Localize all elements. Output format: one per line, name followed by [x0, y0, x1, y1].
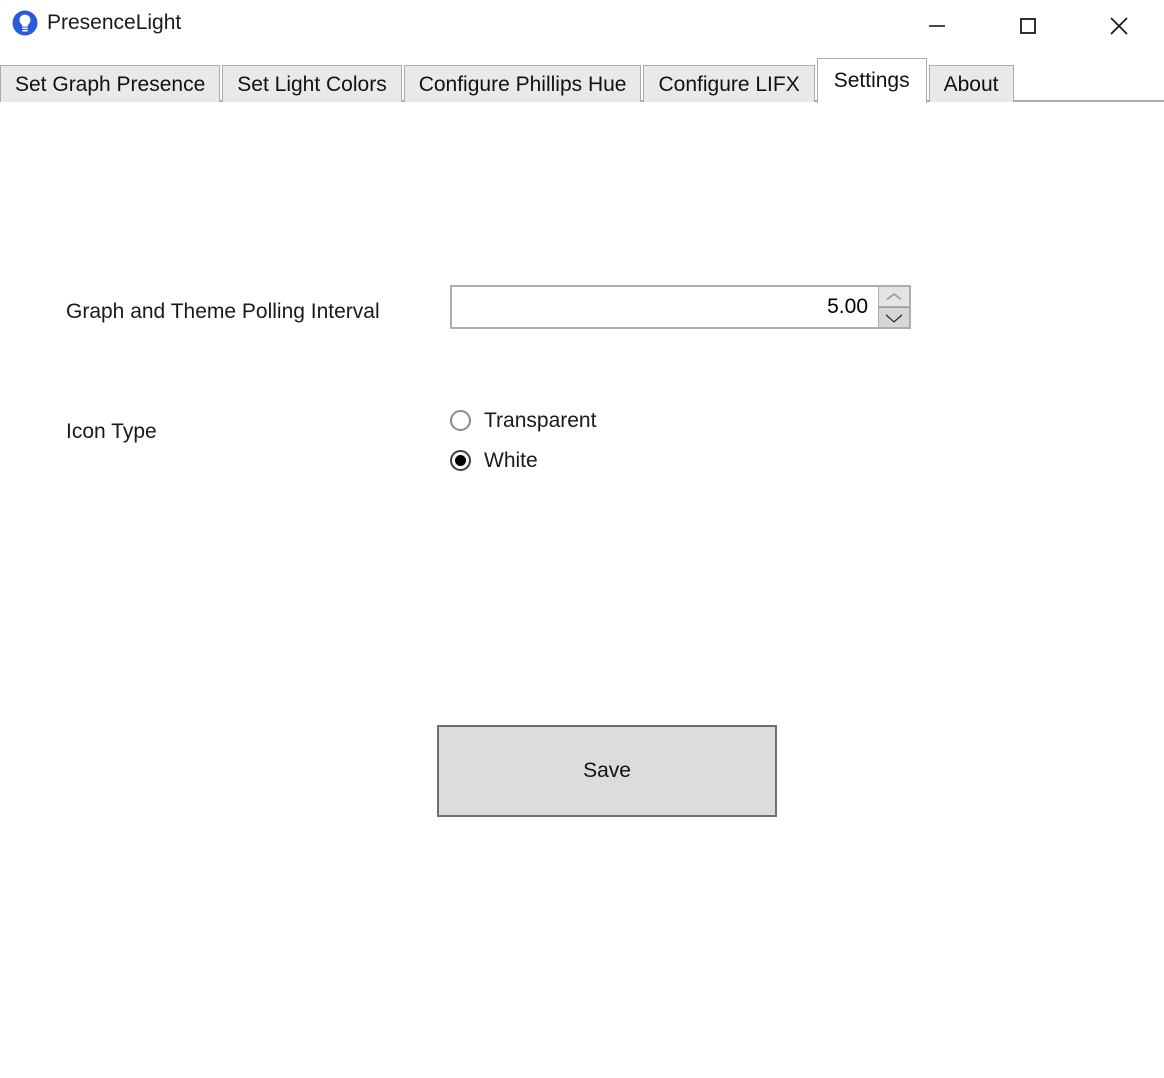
window-controls — [914, 0, 1164, 52]
save-button[interactable]: Save — [437, 725, 777, 817]
title-bar-left: PresenceLight — [0, 0, 181, 36]
minimize-icon[interactable] — [914, 0, 960, 52]
lightbulb-icon — [12, 10, 38, 36]
polling-interval-stepper[interactable]: 5.00 — [450, 285, 911, 329]
tab-configure-phillips-hue[interactable]: Configure Phillips Hue — [403, 65, 642, 102]
tab-configure-lifx[interactable]: Configure LIFX — [643, 65, 815, 102]
radio-circle-icon — [450, 410, 471, 431]
settings-panel: Graph and Theme Polling Interval 5.00 Ic… — [0, 102, 1164, 1078]
radio-option-white[interactable]: White — [450, 445, 596, 476]
tab-strip: Set Graph Presence Set Light Colors Conf… — [0, 56, 1164, 104]
tab-settings[interactable]: Settings — [816, 58, 927, 104]
radio-option-transparent[interactable]: Transparent — [450, 405, 596, 436]
chevron-down-icon[interactable] — [878, 307, 910, 328]
app-title: PresenceLight — [47, 11, 182, 34]
radio-label-white: White — [484, 448, 538, 472]
tab-about[interactable]: About — [928, 65, 1014, 102]
chevron-up-icon[interactable] — [878, 286, 910, 307]
icon-type-radio-group: Transparent White — [450, 405, 596, 485]
close-icon[interactable] — [1096, 0, 1142, 52]
polling-interval-label: Graph and Theme Polling Interval — [66, 300, 380, 323]
tab-set-graph-presence[interactable]: Set Graph Presence — [0, 65, 221, 102]
radio-dot-icon — [455, 455, 466, 466]
radio-circle-icon — [450, 450, 471, 471]
polling-interval-value[interactable]: 5.00 — [452, 287, 878, 327]
radio-label-transparent: Transparent — [484, 408, 597, 432]
stepper-buttons — [878, 286, 910, 328]
maximize-icon[interactable] — [1005, 0, 1051, 52]
tab-list: Set Graph Presence Set Light Colors Conf… — [0, 56, 1016, 104]
icon-type-label: Icon Type — [66, 420, 157, 443]
tab-set-light-colors[interactable]: Set Light Colors — [222, 65, 402, 102]
title-bar: PresenceLight — [0, 0, 1164, 56]
